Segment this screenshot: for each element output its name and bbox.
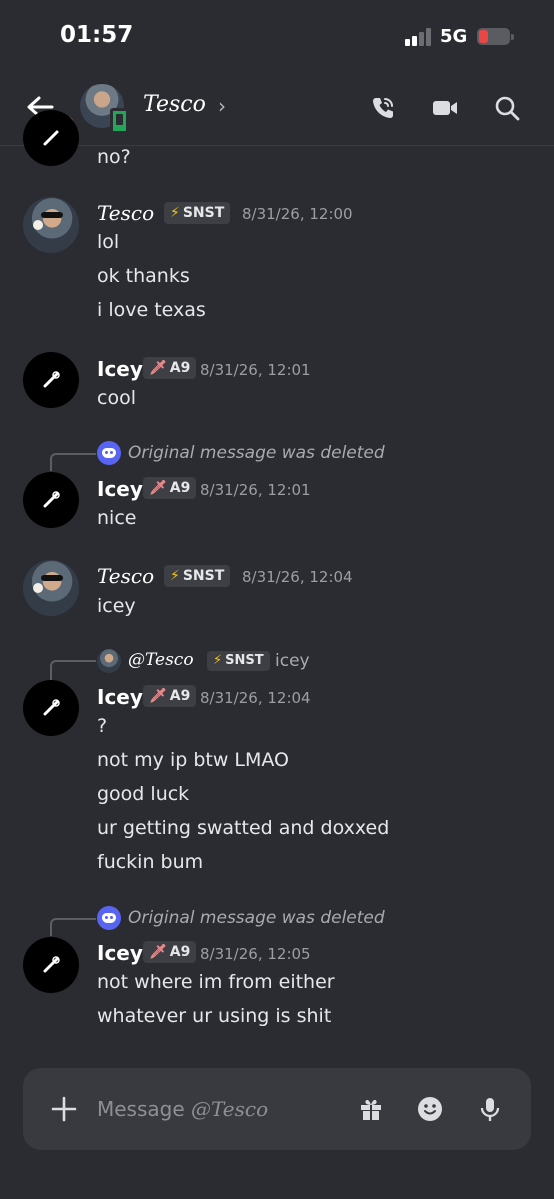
- timestamp: 8/31/26, 12:01: [200, 361, 311, 379]
- message-text: fuckin bum: [97, 851, 204, 873]
- author-name[interactable]: Icey: [97, 685, 143, 709]
- sword-icon: 🗡: [149, 944, 167, 960]
- message-input[interactable]: Message @Tesco: [97, 1097, 268, 1121]
- discord-logo-icon: [97, 906, 121, 930]
- reply-connector: [50, 918, 96, 936]
- pin-icon: [43, 491, 60, 508]
- sword-icon: 🗡: [149, 688, 167, 704]
- reply-connector: [50, 660, 96, 680]
- message-text: nice: [97, 507, 137, 529]
- server-tag[interactable]: 🗡 A9: [143, 357, 197, 379]
- server-tag: ⚡ SNST: [207, 651, 270, 671]
- emoji-icon[interactable]: [417, 1096, 443, 1122]
- timestamp: 8/31/26, 12:05: [200, 945, 311, 963]
- contact-name[interactable]: Tesco: [143, 92, 206, 117]
- video-camera-icon[interactable]: [432, 95, 458, 121]
- plus-icon[interactable]: [51, 1096, 77, 1122]
- server-tag[interactable]: 🗡 A9: [143, 477, 197, 499]
- message-text: not my ip btw LMAO: [97, 749, 290, 771]
- message-text: not where im from either: [97, 971, 335, 993]
- reply-connector: [50, 453, 96, 471]
- avatar[interactable]: [23, 472, 79, 528]
- message-text: no?: [97, 146, 131, 168]
- timestamp: 8/31/26, 12:01: [200, 481, 311, 499]
- dm-header: 99 Tesco ›: [0, 75, 554, 146]
- chevron-right-icon[interactable]: ›: [218, 94, 226, 118]
- server-tag[interactable]: 🗡 A9: [143, 685, 197, 707]
- message-text: ur getting swatted and doxxed: [97, 817, 390, 839]
- author-name[interactable]: Icey: [97, 357, 143, 381]
- avatar[interactable]: [23, 680, 79, 736]
- discord-logo-icon: [97, 441, 121, 465]
- reply-deleted-text[interactable]: Original message was deleted: [128, 908, 385, 928]
- timestamp: 8/31/26, 12:04: [242, 568, 353, 586]
- signal-strength-icon: [405, 28, 433, 46]
- avatar[interactable]: [23, 110, 79, 166]
- message-text: lol: [97, 231, 120, 253]
- battery-icon: [477, 28, 514, 45]
- reply-mention[interactable]: @Tesco: [128, 650, 194, 670]
- avatar[interactable]: [23, 197, 79, 253]
- microphone-icon[interactable]: [477, 1096, 503, 1122]
- server-tag[interactable]: ⚡ SNST: [164, 202, 231, 224]
- author-name[interactable]: Icey: [97, 477, 143, 501]
- lightning-icon: ⚡: [213, 653, 223, 668]
- status-bar: 01:57 5G: [0, 0, 554, 75]
- message-text: good luck: [97, 783, 190, 805]
- message-composer[interactable]: Message @Tesco: [23, 1068, 531, 1150]
- author-name[interactable]: Icey: [97, 941, 143, 965]
- sword-icon: 🗡: [149, 360, 167, 376]
- pin-icon: [43, 699, 60, 716]
- sword-icon: 🗡: [149, 480, 167, 496]
- pin-icon: [43, 956, 60, 973]
- avatar[interactable]: [23, 937, 79, 993]
- avatar[interactable]: [23, 560, 79, 616]
- reply-deleted-text[interactable]: Original message was deleted: [128, 443, 385, 463]
- reply-preview-text[interactable]: icey: [275, 651, 310, 671]
- message-text: i love texas: [97, 299, 206, 321]
- search-icon[interactable]: [494, 95, 520, 121]
- network-type: 5G: [440, 26, 468, 47]
- reply-avatar: [97, 649, 121, 673]
- author-name[interactable]: Tesco: [97, 564, 154, 588]
- message-text: ok thanks: [97, 265, 190, 287]
- message-text: cool: [97, 387, 136, 409]
- avatar[interactable]: [23, 352, 79, 408]
- author-name[interactable]: Tesco: [97, 201, 154, 225]
- pin-icon: [43, 371, 60, 388]
- lightning-icon: ⚡: [170, 205, 180, 221]
- server-tag[interactable]: ⚡ SNST: [164, 565, 231, 587]
- server-tag[interactable]: 🗡 A9: [143, 941, 197, 963]
- lightning-icon: ⚡: [170, 568, 180, 584]
- clock: 01:57: [60, 22, 134, 48]
- message-text: ?: [97, 715, 108, 737]
- message-text: icey: [97, 595, 136, 617]
- phone-icon[interactable]: [370, 95, 396, 121]
- timestamp: 8/31/26, 12:00: [242, 205, 353, 223]
- message-text: whatever ur using is shit: [97, 1005, 332, 1027]
- gift-icon[interactable]: [358, 1096, 384, 1122]
- timestamp: 8/31/26, 12:04: [200, 689, 311, 707]
- mobile-status-icon: [110, 108, 129, 134]
